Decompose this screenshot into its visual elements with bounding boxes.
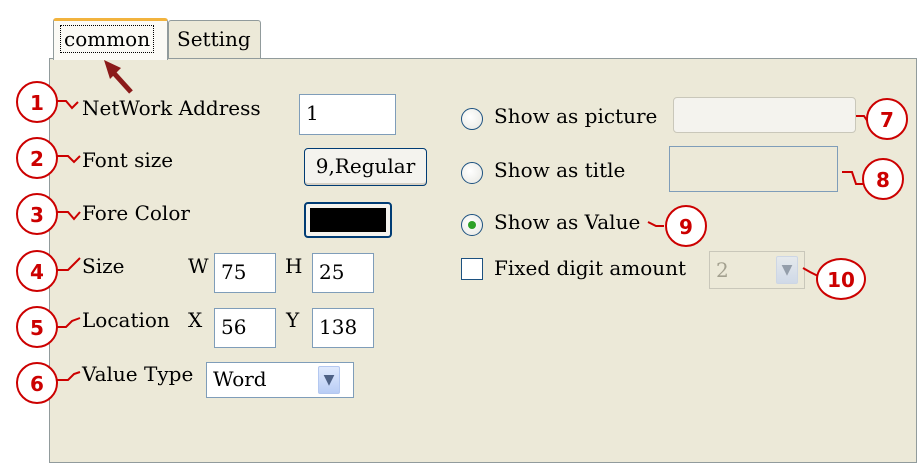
network-address-input[interactable]: 1 bbox=[299, 94, 396, 135]
digit-amount-value: 2 bbox=[716, 258, 729, 282]
width-label: W bbox=[188, 254, 209, 278]
y-label: Y bbox=[286, 308, 300, 332]
fore-color-button[interactable] bbox=[304, 202, 392, 238]
tab-common-label: common bbox=[60, 25, 155, 53]
loc-x-input[interactable]: 56 bbox=[214, 308, 276, 348]
color-swatch bbox=[310, 208, 386, 232]
callout-8: 8 bbox=[862, 158, 904, 200]
chevron-down-icon: ▼ bbox=[781, 262, 793, 278]
fixed-digit-label: Fixed digit amount bbox=[494, 256, 687, 280]
tab-setting[interactable]: Setting bbox=[168, 20, 261, 58]
show-value-label: Show as Value bbox=[494, 210, 641, 234]
chevron-down-icon: ▼ bbox=[323, 372, 335, 388]
callout-4: 4 bbox=[16, 250, 58, 292]
loc-y-input[interactable]: 138 bbox=[312, 308, 374, 348]
fixed-digit-checkbox[interactable] bbox=[461, 258, 483, 280]
show-value-radio[interactable] bbox=[461, 214, 483, 236]
network-address-label: NetWork Address bbox=[82, 96, 261, 120]
value-type-dropdown-button[interactable]: ▼ bbox=[318, 366, 340, 394]
callout-10: 10 bbox=[816, 258, 866, 300]
tab-setting-label: Setting bbox=[177, 27, 251, 51]
callout-2: 2 bbox=[16, 137, 58, 179]
digit-amount-dropdown-button[interactable]: ▼ bbox=[776, 256, 798, 284]
title-text-input[interactable] bbox=[669, 146, 838, 192]
location-label: Location bbox=[82, 308, 170, 332]
show-title-radio[interactable] bbox=[461, 162, 483, 184]
show-picture-label: Show as picture bbox=[494, 104, 658, 128]
x-label: X bbox=[188, 308, 203, 332]
callout-9: 9 bbox=[665, 205, 707, 247]
radio-selected-dot bbox=[468, 221, 476, 229]
show-title-label: Show as title bbox=[494, 158, 626, 182]
fore-color-label: Fore Color bbox=[82, 201, 190, 225]
tab-common[interactable]: common bbox=[53, 18, 168, 60]
size-label: Size bbox=[82, 254, 125, 278]
callout-3: 3 bbox=[16, 193, 58, 235]
callout-7: 7 bbox=[866, 98, 908, 140]
height-label: H bbox=[285, 254, 303, 278]
height-input[interactable]: 25 bbox=[312, 253, 374, 293]
show-picture-radio[interactable] bbox=[461, 108, 483, 130]
callout-6: 6 bbox=[16, 362, 58, 404]
picture-path-input[interactable] bbox=[673, 97, 856, 133]
font-button[interactable]: 9,Regular bbox=[304, 148, 427, 186]
value-type-label: Value Type bbox=[82, 362, 194, 386]
value-type-value: Word bbox=[213, 367, 267, 391]
callout-5: 5 bbox=[16, 306, 58, 348]
callout-1: 1 bbox=[16, 81, 58, 123]
font-size-label: Font size bbox=[82, 148, 174, 172]
width-input[interactable]: 75 bbox=[214, 253, 276, 293]
